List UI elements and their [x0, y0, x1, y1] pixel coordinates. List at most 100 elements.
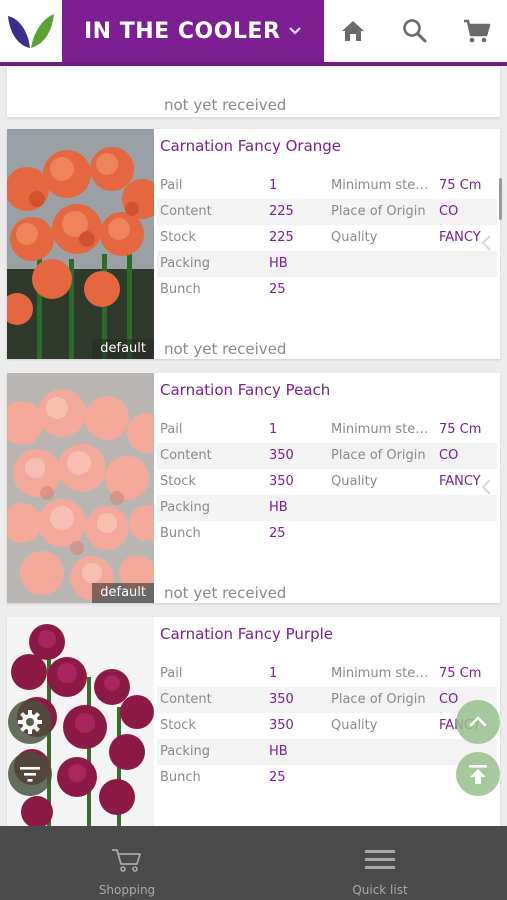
- search-icon[interactable]: [398, 14, 432, 48]
- attribute-label: Minimum stem ...: [331, 422, 431, 437]
- attribute-label: Bunch: [160, 282, 201, 297]
- attribute-row: Stock350QualityFANCY: [157, 713, 497, 739]
- attribute-value: 1: [269, 178, 278, 193]
- attribute-row: Bunch 25: [157, 521, 497, 547]
- attribute-label: Bunch: [160, 526, 201, 541]
- attribute-label: Packing: [160, 744, 211, 759]
- attribute-label: Content: [160, 448, 212, 463]
- attribute-value: 75 Cm: [439, 666, 482, 681]
- attribute-label: Content: [160, 204, 212, 219]
- gear-icon: [18, 710, 42, 734]
- attribute-row: Content 350 Place of Origin CO: [157, 443, 497, 469]
- attribute-label: Pail: [160, 422, 183, 437]
- attribute-value: HB: [269, 500, 288, 515]
- scroll-top-icon: [469, 765, 487, 784]
- attribute-row: Stock 350 Quality FANCY: [157, 469, 497, 495]
- settings-button[interactable]: [8, 700, 52, 744]
- attribute-row: Packing HB: [157, 495, 497, 521]
- attribute-label: Quality: [331, 230, 378, 245]
- chevron-left-icon[interactable]: [480, 477, 492, 497]
- scroll-top-button[interactable]: [456, 752, 500, 796]
- attribute-value: 1: [269, 666, 278, 681]
- attribute-label: Pail: [160, 666, 183, 681]
- attribute-value: 350: [269, 718, 294, 733]
- attribute-label: Place of Origin: [331, 204, 426, 219]
- attribute-table: Pail 1 Minimum stem ... 75 Cm Content 350 Pla…: [157, 661, 497, 791]
- attribute-table: Pail 1 Minimum stem ... 75 Cm Content 350 Pla…: [157, 417, 497, 547]
- receipt-status: not yet received: [164, 96, 287, 114]
- product-card[interactable]: Carnation Fancy Purple Pail 1 Minimum stem…: [7, 617, 500, 826]
- scrollbar[interactable]: [499, 178, 502, 220]
- image-tag: default: [92, 583, 154, 603]
- attribute-label: Minimum stem ...: [331, 178, 431, 193]
- attribute-value: 25: [269, 770, 286, 785]
- product-name[interactable]: Carnation Fancy Orange: [160, 137, 341, 155]
- cart-icon[interactable]: [460, 14, 494, 48]
- attribute-value: 350: [269, 448, 294, 463]
- attribute-label: Bunch: [160, 770, 201, 785]
- attribute-label: Packing: [160, 256, 211, 271]
- attribute-row: Stock 225 Quality FANCY: [157, 225, 497, 251]
- attribute-label: Minimum stem ...: [331, 666, 431, 681]
- home-icon[interactable]: [336, 14, 370, 48]
- attribute-label: Content: [160, 692, 212, 707]
- attribute-label: Stock: [160, 474, 196, 489]
- attribute-value: HB: [269, 256, 288, 271]
- nav-quick-list[interactable]: Quick list: [300, 826, 460, 900]
- attribute-label: Place of Origin: [331, 448, 426, 463]
- product-image[interactable]: default: [7, 373, 154, 603]
- image-tag: default: [92, 339, 154, 359]
- app-header: IN THE COOLER: [0, 0, 507, 66]
- scroll-up-button[interactable]: [456, 700, 500, 744]
- nav-quick-list-label: Quick list: [352, 883, 408, 897]
- attribute-value: 75 Cm: [439, 178, 482, 193]
- product-card[interactable]: default Carnation Fancy Peach Pail 1 Minim…: [7, 373, 500, 603]
- attribute-label: Stock: [160, 718, 196, 733]
- product-name[interactable]: Carnation Fancy Peach: [160, 381, 330, 399]
- product-name[interactable]: Carnation Fancy Purple: [160, 625, 333, 643]
- attribute-row: Content 350 Place of Origin CO: [157, 687, 497, 713]
- attribute-value: 25: [269, 282, 286, 297]
- attribute-value: 25: [269, 526, 286, 541]
- attribute-value: 225: [269, 204, 294, 219]
- list-icon: [365, 850, 395, 869]
- attribute-value: FANCY: [439, 230, 481, 245]
- attribute-row: Pail 1 Minimum stem ... 75 Cm: [157, 173, 497, 199]
- attribute-value: 1: [269, 422, 278, 437]
- product-card[interactable]: default Carnation Fancy Orange Pail 1 Mini…: [7, 129, 500, 359]
- nav-shopping[interactable]: Shopping: [47, 826, 207, 900]
- attribute-value: 75 Cm: [439, 422, 482, 437]
- attribute-label: Quality: [331, 474, 378, 489]
- filter-icon: [20, 767, 40, 782]
- cooler-dropdown[interactable]: IN THE COOLER: [62, 0, 324, 62]
- attribute-table: Pail 1 Minimum stem ... 75 Cm Content 225 Pla…: [157, 173, 497, 303]
- product-card-partial[interactable]: not yet received: [7, 66, 500, 117]
- attribute-value: CO: [439, 448, 459, 463]
- leaf-logo-icon[interactable]: [0, 0, 62, 62]
- chevron-up-icon: [469, 716, 487, 727]
- chevron-down-icon: [289, 27, 301, 35]
- receipt-status: not yet received: [164, 340, 287, 358]
- attribute-label: Stock: [160, 230, 196, 245]
- attribute-row: Content 225 Place of Origin CO: [157, 199, 497, 225]
- page-title: IN THE COOLER: [84, 18, 281, 44]
- attribute-value: 225: [269, 230, 294, 245]
- attribute-row: Pail 1 Minimum stem ... 75 Cm: [157, 417, 497, 443]
- attribute-row: Pail 1 Minimum stem ... 75 Cm: [157, 661, 497, 687]
- chevron-left-icon[interactable]: [480, 233, 492, 253]
- product-image[interactable]: default: [7, 129, 154, 359]
- attribute-value: CO: [439, 204, 459, 219]
- attribute-value: 350: [269, 692, 294, 707]
- nav-shopping-label: Shopping: [98, 883, 156, 897]
- attribute-value: HB: [269, 744, 288, 759]
- attribute-label: Quality: [331, 718, 378, 733]
- attribute-label: Place of Origin: [331, 692, 426, 707]
- attribute-value: CO: [439, 692, 459, 707]
- attribute-label: Pail: [160, 178, 183, 193]
- receipt-status: not yet received: [164, 584, 287, 602]
- attribute-value: FANCY: [439, 474, 481, 489]
- filter-button[interactable]: [8, 752, 52, 796]
- attribute-value: 350: [269, 474, 294, 489]
- attribute-row: Packing HB: [157, 251, 497, 277]
- cart-icon: [112, 849, 141, 872]
